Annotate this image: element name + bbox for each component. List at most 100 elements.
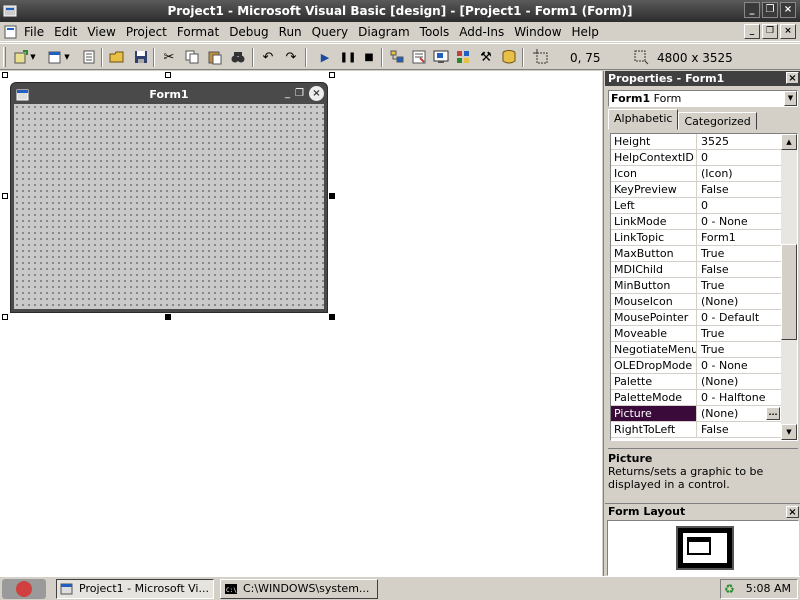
resize-handle[interactable]: [165, 72, 171, 78]
menu-help[interactable]: Help: [572, 25, 599, 39]
property-value[interactable]: True: [698, 278, 781, 293]
menu-edit[interactable]: Edit: [54, 25, 77, 39]
property-row[interactable]: MDIChild False: [611, 262, 781, 278]
properties-close-button[interactable]: ×: [786, 72, 799, 84]
redo-icon[interactable]: ↷: [282, 48, 300, 66]
add-form-dropdown-icon[interactable]: ▼: [63, 48, 71, 66]
property-row[interactable]: Height 3525: [611, 134, 781, 150]
property-name[interactable]: Height: [611, 134, 697, 149]
property-grid[interactable]: RightToLeft False Picture (None)... PaletteM…: [610, 133, 798, 441]
property-row[interactable]: OLEDropMode 0 - None: [611, 358, 781, 374]
child-restore-button[interactable]: ❐: [762, 24, 778, 39]
property-value[interactable]: (None): [698, 374, 781, 389]
property-name[interactable]: MinButton: [611, 278, 697, 293]
resize-handle[interactable]: [2, 193, 8, 199]
clock[interactable]: 5:08 AM: [746, 582, 791, 595]
cut-icon[interactable]: ✂: [160, 48, 178, 66]
resize-handle[interactable]: [329, 314, 335, 320]
open-folder-icon[interactable]: [108, 48, 126, 66]
document-icon[interactable]: [4, 25, 18, 39]
property-name[interactable]: Left: [611, 198, 697, 213]
tab-categorized[interactable]: Categorized: [678, 112, 757, 130]
property-row[interactable]: PaletteMode 0 - Halftone: [611, 390, 781, 406]
property-value[interactable]: False: [698, 182, 781, 197]
form1-window[interactable]: Form1 _ ❐ ×: [10, 82, 328, 313]
add-form-icon[interactable]: [46, 48, 64, 66]
menu-add-ins[interactable]: Add-Ins: [459, 25, 504, 39]
form-layout-close-button[interactable]: ×: [786, 506, 799, 518]
property-value[interactable]: 0 - Halftone: [698, 390, 781, 405]
menu-window[interactable]: Window: [514, 25, 561, 39]
property-name[interactable]: NegotiateMenus: [611, 342, 697, 357]
property-value[interactable]: (Icon): [698, 166, 781, 181]
maximize-button[interactable]: ❐: [762, 2, 778, 18]
object-browser-icon[interactable]: [454, 48, 472, 66]
menu-file[interactable]: File: [24, 25, 44, 39]
property-name[interactable]: Moveable: [611, 326, 697, 341]
property-value[interactable]: False: [698, 422, 781, 437]
property-row[interactable]: Moveable True: [611, 326, 781, 342]
property-row[interactable]: MouseIcon (None): [611, 294, 781, 310]
property-row[interactable]: MaxButton True: [611, 246, 781, 262]
property-name[interactable]: RightToLeft: [611, 422, 697, 437]
tab-alphabetic[interactable]: Alphabetic: [608, 109, 679, 130]
property-row[interactable]: Picture (None)...: [611, 406, 781, 422]
property-value[interactable]: True: [698, 342, 781, 357]
menu-project[interactable]: Project: [126, 25, 167, 39]
menu-tools[interactable]: Tools: [420, 25, 450, 39]
property-row[interactable]: HelpContextID 0: [611, 150, 781, 166]
property-row[interactable]: RightToLeft False: [611, 422, 781, 438]
child-close-button[interactable]: ×: [780, 24, 796, 39]
property-value[interactable]: True: [698, 246, 781, 261]
taskbar-button[interactable]: Project1 - Microsoft Vi...: [56, 579, 214, 599]
property-row[interactable]: Left 0: [611, 198, 781, 214]
menu-query[interactable]: Query: [312, 25, 348, 39]
property-row[interactable]: Icon (Icon): [611, 166, 781, 182]
property-row[interactable]: MinButton True: [611, 278, 781, 294]
property-name[interactable]: OLEDropMode: [611, 358, 697, 373]
form-layout-preview[interactable]: [607, 520, 799, 576]
property-row[interactable]: LinkMode 0 - None: [611, 214, 781, 230]
property-name[interactable]: Palette: [611, 374, 697, 389]
copy-icon[interactable]: [183, 48, 201, 66]
property-value[interactable]: True: [698, 326, 781, 341]
property-row[interactable]: NegotiateMenus True: [611, 342, 781, 358]
resize-handle[interactable]: [329, 72, 335, 78]
menu-diagram[interactable]: Diagram: [358, 25, 410, 39]
property-value[interactable]: 0: [698, 150, 781, 165]
network-icon[interactable]: ♻: [724, 582, 738, 596]
property-row[interactable]: KeyPreview False: [611, 182, 781, 198]
menu-format[interactable]: Format: [177, 25, 219, 39]
property-name[interactable]: KeyPreview: [611, 182, 697, 197]
property-name[interactable]: MouseIcon: [611, 294, 697, 309]
toolbar-grip[interactable]: [3, 47, 6, 67]
close-button[interactable]: ×: [780, 2, 796, 18]
save-icon[interactable]: [132, 48, 150, 66]
project-explorer-icon[interactable]: [388, 48, 406, 66]
toolbox-icon[interactable]: ⚒: [477, 48, 495, 66]
add-project-icon[interactable]: [12, 48, 30, 66]
property-name[interactable]: MDIChild: [611, 262, 697, 277]
property-name[interactable]: HelpContextID: [611, 150, 697, 165]
property-value[interactable]: (None): [698, 294, 781, 309]
menu-view[interactable]: View: [87, 25, 115, 39]
minimize-button[interactable]: _: [744, 2, 760, 18]
property-value[interactable]: 0 - Default: [698, 310, 781, 325]
scroll-up-icon[interactable]: ▲: [781, 134, 797, 150]
form-designer[interactable]: Form1 _ ❐ ×: [0, 71, 602, 576]
scroll-down-icon[interactable]: ▼: [781, 424, 797, 440]
paste-icon[interactable]: [206, 48, 224, 66]
find-icon[interactable]: [229, 48, 247, 66]
chevron-down-icon[interactable]: ▼: [784, 91, 797, 106]
property-name[interactable]: Picture: [611, 406, 697, 421]
property-name[interactable]: PaletteMode: [611, 390, 697, 405]
property-value[interactable]: Form1: [698, 230, 781, 245]
form-position-marker[interactable]: [687, 537, 711, 555]
undo-icon[interactable]: ↶: [259, 48, 277, 66]
property-row[interactable]: LinkTopic Form1: [611, 230, 781, 246]
data-view-icon[interactable]: [500, 48, 518, 66]
property-value[interactable]: 0: [698, 198, 781, 213]
start-button[interactable]: [2, 579, 46, 599]
end-icon[interactable]: ■: [360, 48, 378, 66]
resize-handle[interactable]: [2, 72, 8, 78]
